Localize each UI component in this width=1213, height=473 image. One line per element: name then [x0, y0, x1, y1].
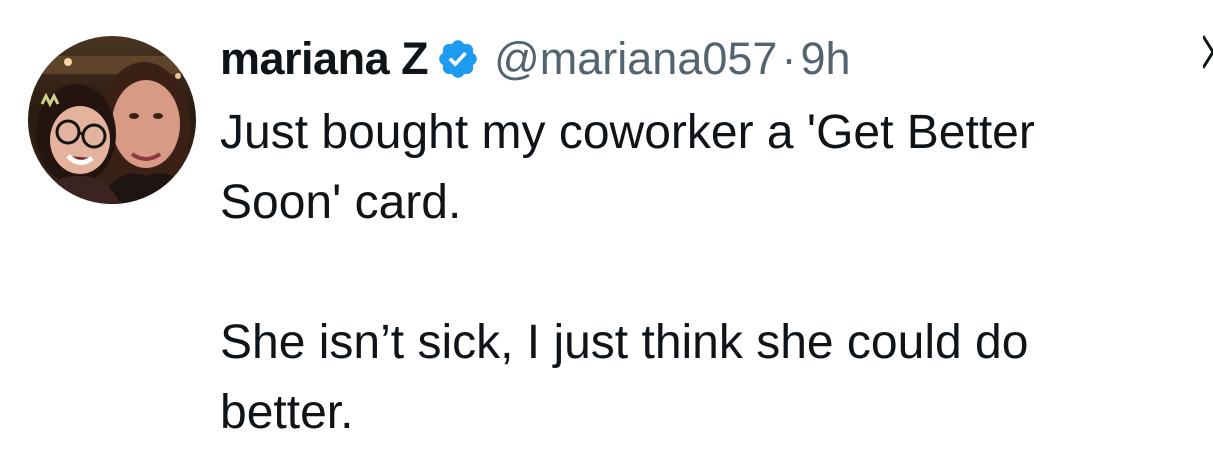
- verified-badge-icon: [436, 37, 480, 81]
- profile-photo-image: [28, 36, 196, 204]
- tweet[interactable]: mariana Z @mariana057 · 9h Just bought m…: [0, 0, 1213, 473]
- avatar[interactable]: [28, 36, 196, 204]
- tweet-body: mariana Z @mariana057 · 9h Just bought m…: [220, 28, 1195, 448]
- display-name[interactable]: mariana Z: [220, 33, 429, 85]
- tweet-header: mariana Z @mariana057 · 9h: [220, 28, 1195, 90]
- separator-dot: ·: [781, 33, 797, 84]
- user-handle[interactable]: @mariana057: [494, 33, 777, 85]
- timestamp[interactable]: 9h: [800, 33, 850, 85]
- tweet-text: Just bought my coworker a 'Get Better So…: [220, 106, 1035, 439]
- more-options-icon[interactable]: [1203, 32, 1213, 88]
